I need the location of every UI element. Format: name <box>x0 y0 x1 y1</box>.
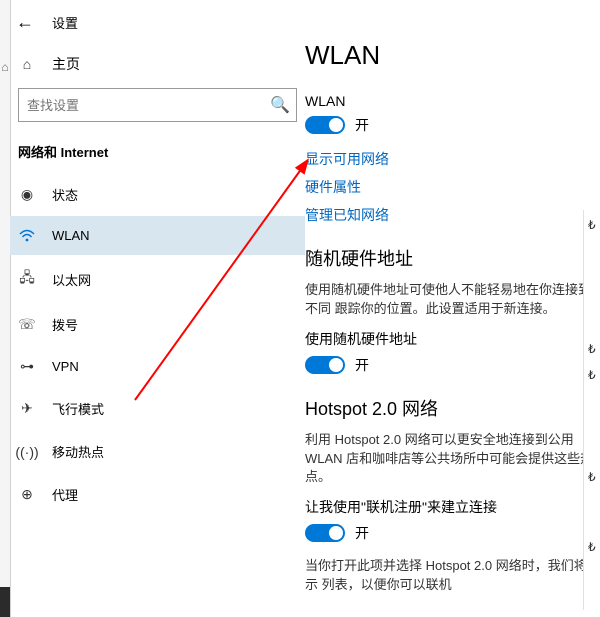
hotspot-icon: ((·)) <box>18 444 36 460</box>
random-toggle[interactable] <box>305 356 345 374</box>
home-icon: ⌂ <box>18 56 36 72</box>
sidebar-item-proxy[interactable]: ⊕ 代理 <box>10 473 305 516</box>
sidebar-item-wlan[interactable]: WLAN <box>10 216 305 255</box>
main-panel: WLAN WLAN 开 显示可用网络 硬件属性 管理已知网络 随机硬件地址 使用… <box>305 0 600 617</box>
sidebar-item-label: 拨号 <box>52 315 78 334</box>
strip-home-icon: ⌂ <box>0 56 10 78</box>
sidebar-item-label: 状态 <box>52 185 78 204</box>
sidebar-item-hotspot[interactable]: ((·)) 移动热点 <box>10 430 305 473</box>
app-title: 设置 <box>52 13 78 32</box>
hotspot-desc2: 当你打开此项并选择 Hotspot 2.0 网络时，我们将显示 列表，以便你可以… <box>305 557 600 595</box>
nav-group-heading: 网络和 Internet <box>10 136 305 173</box>
search-box[interactable]: 🔍 <box>18 88 297 122</box>
home-label: 主页 <box>52 54 80 74</box>
sidebar-item-status[interactable]: ◉ 状态 <box>10 173 305 216</box>
random-toggle-label: 使用随机硬件地址 <box>305 329 600 349</box>
page-title: WLAN <box>305 40 600 71</box>
sidebar-item-vpn[interactable]: ⊶ VPN <box>10 346 305 387</box>
sidebar-item-label: WLAN <box>52 228 90 243</box>
wlan-label: WLAN <box>305 93 600 109</box>
hotspot-toggle-label: 让我使用"联机注册"来建立连接 <box>305 497 600 517</box>
status-icon: ◉ <box>18 186 36 203</box>
hotspot-toggle-state: 开 <box>355 523 369 543</box>
search-icon: 🔍 <box>264 95 296 115</box>
sidebar-item-airplane[interactable]: ✈ 飞行模式 <box>10 387 305 430</box>
right-clip-strip: ₺ ₺ ₺ ₺ ₺ <box>583 210 600 610</box>
random-desc: 使用随机硬件地址可使他人不能轻易地在你连接到不同 跟踪你的位置。此设置适用于新连… <box>305 281 600 319</box>
wifi-icon <box>18 229 36 243</box>
home-nav[interactable]: ⌂ 主页 <box>10 44 305 84</box>
sidebar-item-dialup[interactable]: ☏ 拨号 <box>10 303 305 346</box>
wlan-toggle[interactable] <box>305 116 345 134</box>
link-manage-known[interactable]: 管理已知网络 <box>305 205 600 225</box>
random-toggle-state: 开 <box>355 355 369 375</box>
nav-list: ◉ 状态 WLAN 🖧 以太网 ☏ 拨号 ⊶ VPN ✈ <box>10 173 305 516</box>
search-input[interactable] <box>19 98 264 113</box>
vpn-icon: ⊶ <box>18 358 36 375</box>
strip-dark <box>0 587 10 617</box>
dialup-icon: ☏ <box>18 316 36 333</box>
hotspot-heading: Hotspot 2.0 网络 <box>305 395 600 421</box>
sidebar-item-label: 代理 <box>52 485 78 504</box>
sidebar-item-label: 以太网 <box>52 270 91 289</box>
airplane-icon: ✈ <box>18 400 36 417</box>
link-show-networks[interactable]: 显示可用网络 <box>305 149 600 169</box>
link-hardware-props[interactable]: 硬件属性 <box>305 177 600 197</box>
proxy-icon: ⊕ <box>18 486 36 503</box>
hotspot-desc: 利用 Hotspot 2.0 网络可以更安全地连接到公用 WLAN 店和咖啡店等… <box>305 431 600 488</box>
back-button[interactable]: ← <box>16 12 34 33</box>
hotspot-toggle[interactable] <box>305 524 345 542</box>
sidebar-item-label: 飞行模式 <box>52 399 104 418</box>
sidebar: ← 设置 ⌂ 主页 🔍 网络和 Internet ◉ 状态 WLAN 🖧 <box>10 0 305 617</box>
sidebar-item-label: 移动热点 <box>52 442 104 461</box>
sidebar-item-ethernet[interactable]: 🖧 以太网 <box>10 255 305 303</box>
ethernet-icon: 🖧 <box>18 267 36 291</box>
wlan-toggle-state: 开 <box>355 115 369 135</box>
sidebar-item-label: VPN <box>52 359 79 374</box>
random-heading: 随机硬件地址 <box>305 245 600 271</box>
